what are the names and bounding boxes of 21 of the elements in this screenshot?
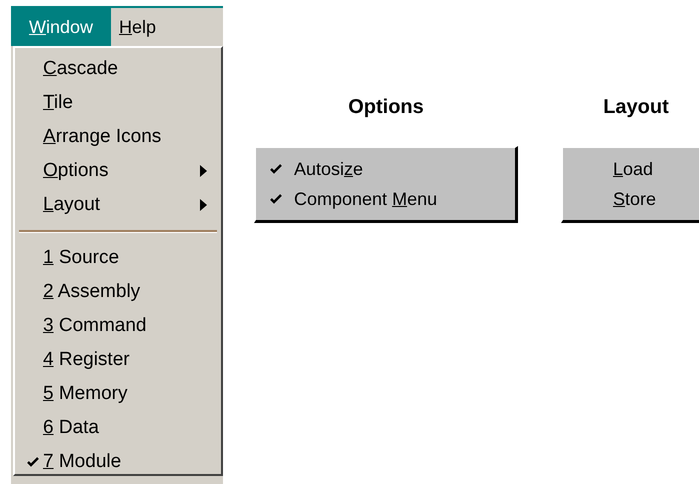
menu-item[interactable]: Load	[563, 154, 699, 184]
submenu-arrow-icon	[200, 199, 207, 211]
submenu-title: Layout	[602, 96, 670, 120]
menu-item[interactable]: 6 Data	[15, 411, 221, 445]
menu-item[interactable]: 4 Register	[15, 343, 221, 377]
submenu-arrow-icon	[200, 165, 207, 177]
menu-item[interactable]: Arrange Icons	[15, 120, 221, 154]
menu-item[interactable]: 3 Command	[15, 309, 221, 343]
menu-item[interactable]: Component Menu	[256, 184, 515, 214]
menu-item[interactable]: Autosize	[256, 154, 515, 184]
menu-item[interactable]: 7 Module	[15, 445, 221, 479]
menu-item[interactable]: 5 Memory	[15, 377, 221, 411]
menu-item[interactable]: Store	[563, 184, 699, 214]
menu-item[interactable]: 1 Source	[15, 241, 221, 275]
menu-title[interactable]: Window	[11, 8, 111, 46]
menu-item[interactable]: Layout	[15, 188, 221, 222]
menu-item[interactable]: Tile	[15, 86, 221, 120]
menu-item[interactable]: Cascade	[15, 52, 221, 86]
menu-item[interactable]: Options	[15, 154, 221, 188]
menu-item[interactable]: 2 Assembly	[15, 275, 221, 309]
submenu-title: Options	[348, 96, 424, 120]
